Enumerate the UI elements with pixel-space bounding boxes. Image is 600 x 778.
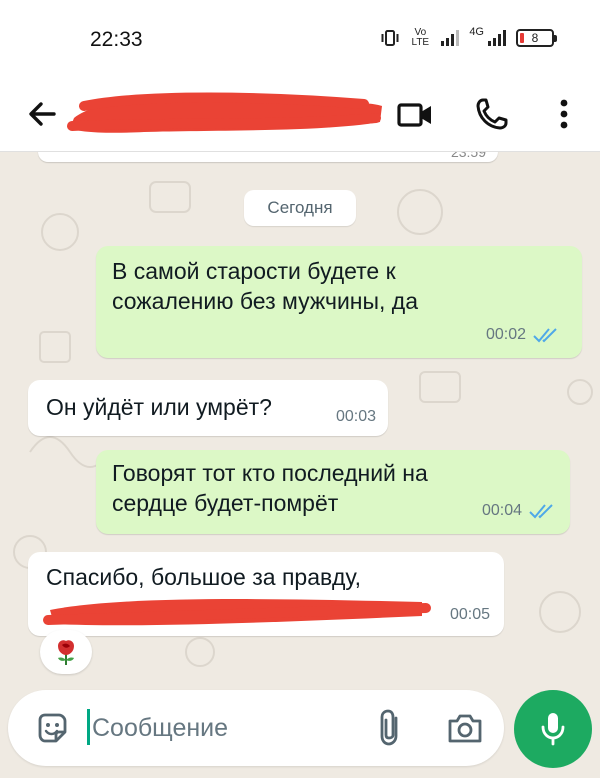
date-separator: Сегодня — [244, 190, 356, 226]
status-bar: 22:33 Vo LTE 4G 8 — [0, 0, 600, 78]
message-time: 00:03 — [335, 408, 376, 425]
sticker-emoji-icon[interactable] — [34, 710, 70, 746]
signal-icon-2 — [488, 30, 506, 46]
message-text: Говорят тот кто последний на сердце буде… — [112, 458, 428, 518]
attach-icon[interactable] — [376, 708, 406, 748]
previous-message-time: 23:59 — [450, 152, 486, 160]
message-meta: 00:04 — [482, 496, 556, 526]
message-line: сожалению без мужчины, да — [112, 288, 419, 314]
incoming-message[interactable]: Спасибо, большое за правду, 00:05 — [28, 552, 504, 636]
message-text: В самой старости будете к сожалению без … — [112, 256, 418, 316]
contact-name-redaction[interactable] — [64, 88, 386, 140]
outgoing-message[interactable]: В самой старости будете к сожалению без … — [96, 246, 582, 358]
message-meta: 00:03 — [336, 402, 376, 432]
phone-icon[interactable] — [474, 96, 510, 132]
rose-emoji-icon — [58, 640, 74, 665]
more-vert-icon[interactable] — [554, 96, 574, 132]
network-label: 4G — [469, 26, 484, 38]
message-line: Говорят тот кто последний на — [112, 460, 428, 486]
vibrate-icon — [381, 30, 399, 46]
message-line: В самой старости будете к — [112, 258, 396, 284]
message-meta: 00:05 — [450, 600, 490, 630]
message-line: сердце будет-помрёт — [112, 490, 339, 516]
chat-area[interactable]: 23:59 Сегодня В самой старости будете к … — [0, 152, 600, 690]
camera-icon[interactable] — [446, 710, 484, 746]
status-time: 22:33 — [90, 28, 143, 51]
volte-label: Vo LTE — [411, 27, 430, 48]
message-line: Спасибо, большое за правду, — [46, 564, 361, 590]
message-line: Он уйдёт или умрёт? — [46, 394, 272, 420]
read-ticks-icon — [533, 328, 557, 343]
message-redaction — [43, 599, 431, 626]
message-input[interactable] — [92, 706, 372, 750]
message-reaction[interactable] — [40, 630, 92, 674]
back-arrow-icon[interactable] — [24, 96, 60, 132]
status-icons: Vo LTE 4G 8 — [381, 26, 557, 48]
message-time: 00:02 — [485, 326, 526, 343]
message-time: 00:04 — [481, 502, 522, 519]
signal-icon — [441, 30, 460, 46]
battery-level: 8 — [531, 31, 539, 45]
battery-icon: 8 — [516, 29, 557, 47]
message-meta: 00:02 — [486, 320, 560, 350]
incoming-message[interactable]: Он уйдёт или умрёт? 00:03 — [28, 380, 388, 436]
outgoing-message[interactable]: Говорят тот кто последний на сердце буде… — [96, 450, 570, 534]
video-call-icon[interactable] — [396, 98, 434, 132]
mic-button[interactable] — [514, 690, 592, 768]
read-ticks-icon — [529, 504, 553, 519]
message-time: 00:05 — [449, 606, 490, 623]
mic-icon — [541, 713, 565, 746]
chat-header — [0, 78, 600, 152]
message-composer — [8, 690, 504, 766]
previous-message-bubble[interactable]: 23:59 — [38, 152, 498, 162]
text-cursor — [87, 709, 90, 745]
